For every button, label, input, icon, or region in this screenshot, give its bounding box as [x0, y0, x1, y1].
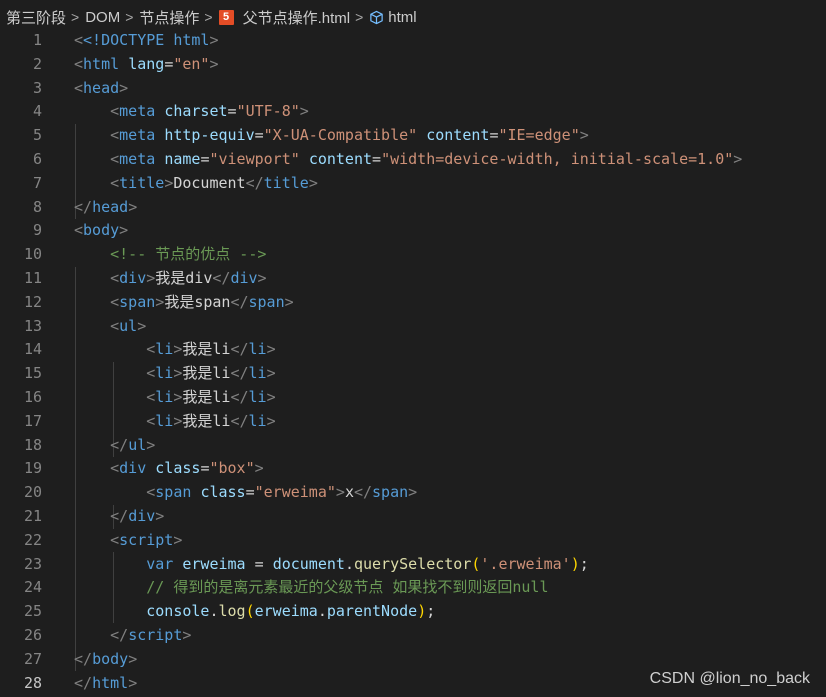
code-line: 4 <meta charset="UTF-8"> [0, 100, 309, 124]
code-line: 18 </ul> [0, 434, 155, 458]
line-number: 24 [23, 578, 42, 597]
line-number: 16 [23, 388, 42, 406]
code-editor[interactable]: 1 <<!DOCTYPE html> 2 <html lang="en"> 3 <he… [0, 29, 826, 697]
chevron-right-icon: > [125, 9, 134, 25]
code-line: 3 <head> [0, 77, 128, 101]
line-number: 20 [23, 483, 42, 502]
line-number: 8 [32, 197, 42, 216]
line-number: 18 [23, 435, 42, 454]
code-line: 28 </html> [0, 672, 137, 696]
code-line: 27 </body> [0, 648, 137, 672]
line-number: 3 [32, 78, 42, 97]
code-line: 20 <span class="erweima">x</span> [0, 481, 417, 505]
code-line: 16 <li>我是li</li> [0, 386, 276, 410]
html5-file-icon: 5 [218, 9, 234, 25]
line-number: 1 [32, 31, 42, 49]
line-number: 7 [32, 173, 42, 192]
code-line: 13 <ul> [0, 315, 146, 339]
line-number: 17 [23, 411, 42, 430]
code-line: 17 <li>我是li</li> [0, 410, 276, 434]
cube-symbol-icon [370, 10, 384, 24]
line-number: 27 [23, 649, 42, 668]
code-line: 12 <span>我是span</span> [0, 291, 294, 315]
line-number: 2 [32, 54, 42, 73]
code-line: 14 <li>我是li</li> [0, 338, 276, 362]
code-line: 15 <li>我是li</li> [0, 362, 276, 386]
line-number: 15 [23, 364, 42, 383]
code-line: 1 <<!DOCTYPE html> [0, 29, 219, 53]
code-line: 7 <title>Document</title> [0, 172, 318, 196]
line-number: 5 [32, 126, 42, 145]
line-number: 9 [32, 221, 42, 240]
chevron-right-icon: > [355, 9, 364, 25]
breadcrumb-item-stage[interactable]: 第三阶段 [6, 7, 66, 28]
code-line: 22 <script> [0, 529, 182, 553]
chevron-right-icon: > [71, 9, 80, 25]
line-number: 23 [23, 554, 42, 573]
code-line: 10 <!-- 节点的优点 --> [0, 243, 266, 267]
line-number: 26 [23, 626, 42, 644]
code-line: 5 <meta http-equiv="X-UA-Compatible" con… [0, 124, 589, 148]
line-number: 11 [23, 269, 42, 287]
line-number: 12 [23, 292, 42, 311]
line-number: 13 [23, 316, 42, 335]
code-line: 26 </script> [0, 624, 191, 648]
breadcrumb-item-file[interactable]: 父节点操作.html [243, 7, 351, 28]
code-line: 6 <meta name="viewport" content="width=d… [0, 148, 742, 172]
line-number: 6 [32, 150, 42, 168]
code-line: 25 console.log(erweima.parentNode); [0, 600, 435, 624]
line-number: 19 [23, 459, 42, 478]
line-number: 10 [23, 245, 42, 264]
line-number: 22 [23, 530, 42, 549]
chevron-right-icon: > [204, 9, 213, 25]
line-number: 25 [23, 602, 42, 621]
line-number: 14 [23, 340, 42, 359]
breadcrumb-item-dom[interactable]: DOM [85, 9, 120, 26]
code-line: 2 <html lang="en"> [0, 53, 219, 77]
line-number-active: 28 [23, 673, 42, 692]
code-line: 8 </head> [0, 196, 137, 220]
code-line: 19 <div class="box"> [0, 457, 264, 481]
breadcrumb-item-node-ops[interactable]: 节点操作 [139, 7, 199, 28]
line-number: 21 [23, 507, 42, 525]
code-line: 9 <body> [0, 219, 128, 243]
code-line: 11 <div>我是div</div> [0, 267, 267, 291]
code-line: 21 </div> [0, 505, 164, 529]
watermark: CSDN @lion_no_back [649, 670, 810, 687]
code-line: 23 var erweima = document.querySelector(… [0, 553, 589, 577]
code-line: 24 // 得到的是离元素最近的父级节点 如果找不到则返回null [0, 576, 549, 600]
breadcrumb-item-symbol[interactable]: html [388, 9, 416, 26]
line-number: 4 [32, 102, 42, 121]
